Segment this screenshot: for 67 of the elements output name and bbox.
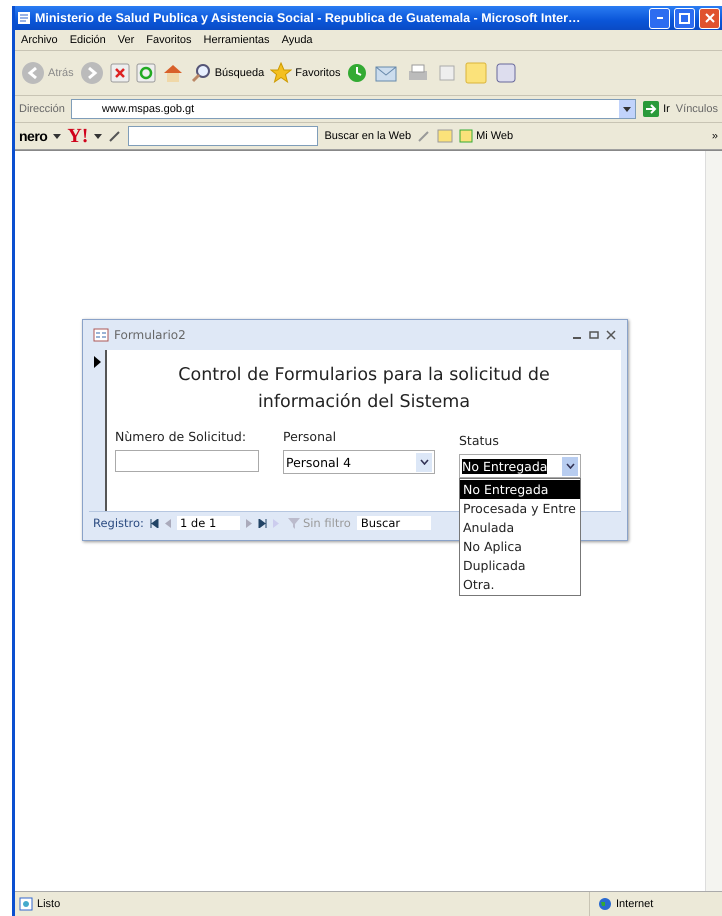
combo-box[interactable]: Personal 4 bbox=[283, 450, 435, 474]
window-icon[interactable] bbox=[437, 129, 454, 143]
refresh-icon[interactable] bbox=[136, 63, 156, 83]
field-label: Status bbox=[459, 432, 500, 448]
filter-icon bbox=[288, 518, 300, 528]
last-record-icon[interactable] bbox=[258, 518, 267, 528]
web-search-button[interactable]: Buscar en la Web bbox=[324, 130, 412, 142]
caret-icon bbox=[94, 134, 102, 138]
address-field[interactable]: www.mspas.gob.gt bbox=[70, 99, 636, 119]
record-position[interactable]: 1 de 1 bbox=[176, 516, 240, 530]
form-heading: Control de Formularios para la solicitud de información del Sistema bbox=[177, 364, 551, 414]
nero-logo[interactable]: nero bbox=[19, 128, 48, 144]
caret-icon bbox=[623, 106, 632, 112]
form-title: Formulario2 bbox=[114, 328, 187, 342]
window-title: Ministerio de Salud Publica y Asistencia Social - Republica de Guatemala - Microsoft Inter… bbox=[35, 11, 582, 25]
record-pointer-icon bbox=[94, 356, 100, 368]
yahoo-logo[interactable]: Y! bbox=[67, 124, 88, 148]
input-field[interactable] bbox=[115, 450, 259, 472]
previous-record-icon[interactable] bbox=[164, 518, 171, 528]
menu-item[interactable]: Ayuda bbox=[276, 34, 319, 46]
links-label[interactable]: Vínculos bbox=[676, 103, 718, 115]
menu-item[interactable]: Edición bbox=[64, 34, 112, 46]
home-icon[interactable] bbox=[162, 63, 184, 83]
search-icon bbox=[190, 62, 212, 84]
more-chevron[interactable]: » bbox=[712, 130, 718, 142]
minimize-icon bbox=[656, 17, 662, 19]
star-icon bbox=[270, 62, 292, 84]
favorites-button[interactable]: Favoritos bbox=[270, 62, 340, 84]
stop-icon[interactable] bbox=[110, 63, 130, 83]
zone-label: Internet bbox=[616, 898, 654, 910]
forward-icon[interactable] bbox=[80, 61, 104, 85]
menu-item[interactable]: Herramientas bbox=[198, 34, 276, 46]
first-record-icon[interactable] bbox=[150, 518, 159, 528]
caret-icon bbox=[53, 134, 62, 138]
maximize-icon bbox=[679, 12, 690, 24]
history-icon[interactable] bbox=[346, 62, 368, 84]
maximize-button[interactable] bbox=[674, 8, 695, 28]
note-icon[interactable] bbox=[464, 61, 488, 85]
search-field[interactable] bbox=[128, 126, 318, 146]
menu-item[interactable]: Favoritos bbox=[140, 34, 198, 46]
back-icon bbox=[21, 61, 45, 85]
maximize-icon[interactable] bbox=[588, 329, 600, 341]
field-label: Nùmero de Solicitud: bbox=[115, 428, 248, 444]
minimize-button[interactable] bbox=[649, 8, 670, 28]
combo-box[interactable]: No Entregada bbox=[459, 454, 581, 478]
status-text: Listo bbox=[37, 898, 62, 910]
next-record-icon[interactable] bbox=[246, 518, 252, 528]
address-label: Dirección bbox=[19, 103, 65, 115]
field-label: Personal bbox=[283, 428, 338, 444]
form-icon bbox=[93, 328, 109, 342]
go-button[interactable]: Ir bbox=[642, 100, 670, 118]
page-icon bbox=[19, 897, 33, 911]
scrollbar[interactable] bbox=[705, 151, 722, 891]
record-label: Registro: bbox=[93, 516, 144, 530]
close-icon[interactable] bbox=[605, 329, 617, 341]
note-icon bbox=[459, 129, 474, 143]
pencil-icon[interactable] bbox=[108, 129, 122, 143]
close-button[interactable] bbox=[699, 8, 720, 28]
close-icon bbox=[704, 13, 714, 23]
menu-item[interactable]: Ver bbox=[112, 34, 140, 46]
search-button[interactable]: Búsqueda bbox=[190, 62, 264, 84]
menu-item[interactable]: Archivo bbox=[15, 34, 64, 46]
globe-icon bbox=[598, 897, 612, 911]
page-icon bbox=[17, 11, 31, 25]
dropdown-option[interactable]: No Entregada bbox=[460, 480, 580, 499]
search-box[interactable]: Buscar bbox=[356, 516, 431, 530]
my-web-button[interactable]: Mi Web bbox=[459, 129, 514, 143]
